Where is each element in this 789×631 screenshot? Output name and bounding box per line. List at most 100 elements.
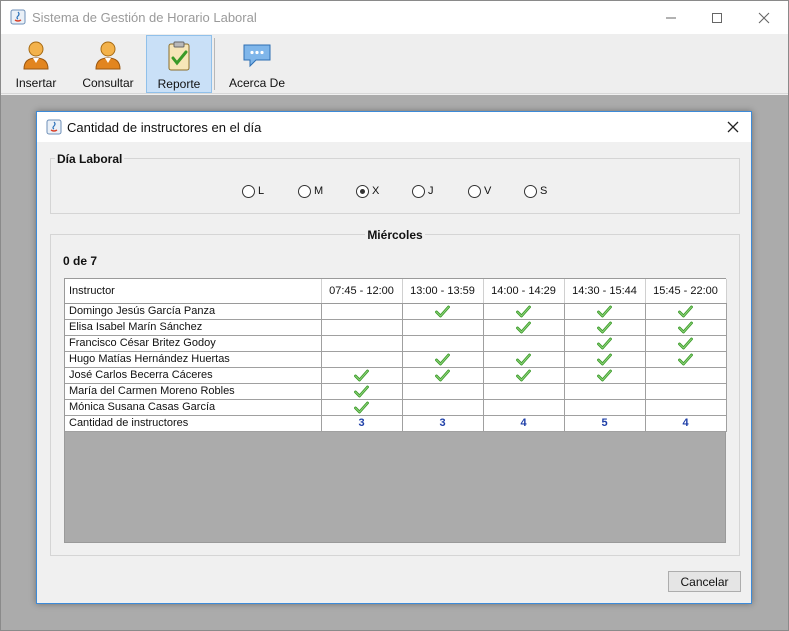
schedule-cell[interactable]	[483, 319, 565, 336]
table-header-row: Instructor 07:45 - 12:00 13:00 - 13:59 1…	[65, 279, 727, 304]
acerca-de-button[interactable]: Acerca De	[223, 35, 291, 93]
checkmark-icon	[516, 353, 531, 365]
close-button[interactable]	[741, 1, 787, 34]
schedule-cell[interactable]	[483, 351, 565, 368]
cancel-button[interactable]: Cancelar	[668, 571, 741, 592]
table-row[interactable]: María del Carmen Moreno Robles	[65, 383, 727, 400]
schedule-cell[interactable]	[402, 303, 484, 320]
instructor-name-cell[interactable]: Francisco César Britez Godoy	[65, 335, 322, 352]
table-row[interactable]: Hugo Matías Hernández Huertas	[65, 351, 727, 368]
instructor-name-cell[interactable]: María del Carmen Moreno Robles	[65, 383, 322, 400]
radio-m[interactable]: M	[298, 184, 323, 198]
schedule-cell[interactable]	[564, 303, 646, 320]
instructor-name-cell[interactable]: José Carlos Becerra Cáceres	[65, 367, 322, 384]
instructor-name-cell[interactable]: Domingo Jesús García Panza	[65, 303, 322, 320]
schedule-cell[interactable]	[483, 383, 565, 400]
schedule-cell[interactable]	[564, 351, 646, 368]
toolbar-separator	[214, 38, 215, 90]
schedule-cell[interactable]	[321, 383, 403, 400]
consultar-button[interactable]: Consultar	[77, 35, 139, 93]
column-header[interactable]: 15:45 - 22:00	[645, 279, 727, 304]
schedule-cell[interactable]	[645, 335, 727, 352]
minimize-button[interactable]	[648, 1, 694, 34]
table-row[interactable]: Elisa Isabel Marín Sánchez	[65, 319, 727, 336]
schedule-cell[interactable]	[402, 367, 484, 384]
schedule-cell[interactable]	[483, 335, 565, 352]
schedule-cell[interactable]	[483, 367, 565, 384]
radio-circle	[468, 184, 481, 198]
table-row[interactable]: Francisco César Britez Godoy	[65, 335, 727, 352]
total-count-cell[interactable]: 3	[321, 415, 403, 432]
schedule-cell[interactable]	[564, 335, 646, 352]
schedule-cell[interactable]	[321, 399, 403, 416]
schedule-cell[interactable]	[321, 319, 403, 336]
radio-v[interactable]: V	[468, 184, 491, 198]
column-header[interactable]: 07:45 - 12:00	[321, 279, 403, 304]
radio-label: S	[540, 185, 548, 197]
report-group: Miércoles 0 de 7 Instructor 07:45 - 12:0…	[50, 228, 740, 556]
instructor-name-cell[interactable]: Mónica Susana Casas García	[65, 399, 322, 416]
table-row[interactable]: José Carlos Becerra Cáceres	[65, 367, 727, 384]
totals-row[interactable]: Cantidad de instructores 3 3 4 5 4	[65, 415, 727, 432]
radio-j[interactable]: J	[412, 184, 434, 198]
column-header[interactable]: 13:00 - 13:59	[402, 279, 484, 304]
schedule-cell[interactable]	[645, 399, 727, 416]
schedule-cell[interactable]	[564, 319, 646, 336]
maximize-button[interactable]	[694, 1, 740, 34]
schedule-cell[interactable]	[402, 383, 484, 400]
radio-label: M	[314, 185, 324, 197]
acerca-de-label: Acerca De	[228, 76, 286, 90]
schedule-cell[interactable]	[564, 383, 646, 400]
table-row[interactable]: Domingo Jesús García Panza	[65, 303, 727, 320]
schedule-cell[interactable]	[645, 303, 727, 320]
column-header[interactable]: Instructor	[65, 279, 322, 304]
checkmark-icon	[516, 321, 531, 333]
maximize-icon	[712, 12, 722, 23]
radio-l[interactable]: L	[242, 184, 264, 198]
schedule-cell[interactable]	[483, 303, 565, 320]
checkmark-icon	[435, 353, 450, 365]
column-header[interactable]: 14:30 - 15:44	[564, 279, 646, 304]
total-count-cell[interactable]: 4	[483, 415, 565, 432]
schedule-cell[interactable]	[564, 399, 646, 416]
total-count-cell[interactable]: 3	[402, 415, 484, 432]
total-count-cell[interactable]: 4	[645, 415, 727, 432]
schedule-cell[interactable]	[402, 335, 484, 352]
radio-circle	[412, 184, 425, 198]
dialog-close-button[interactable]	[721, 115, 745, 139]
schedule-cell[interactable]	[321, 303, 403, 320]
checkmark-icon	[597, 321, 612, 333]
insertar-button[interactable]: Insertar	[5, 35, 67, 93]
schedule-cell[interactable]	[564, 367, 646, 384]
checkmark-icon	[597, 353, 612, 365]
schedule-cell[interactable]	[645, 351, 727, 368]
instructor-name-cell[interactable]: Hugo Matías Hernández Huertas	[65, 351, 322, 368]
checkmark-icon	[597, 369, 612, 381]
schedule-cell[interactable]	[321, 335, 403, 352]
radio-s[interactable]: S	[524, 184, 547, 198]
schedule-table: Instructor 07:45 - 12:00 13:00 - 13:59 1…	[65, 279, 727, 432]
radio-x[interactable]: X	[356, 184, 379, 198]
schedule-cell[interactable]	[645, 367, 727, 384]
minimize-icon	[666, 17, 676, 18]
reporte-button[interactable]: Reporte	[146, 35, 212, 93]
table-body: Domingo Jesús García Panza Elisa Isabel M…	[65, 303, 727, 432]
instructor-name-cell[interactable]: Elisa Isabel Marín Sánchez	[65, 319, 322, 336]
schedule-cell[interactable]	[483, 399, 565, 416]
schedule-cell[interactable]	[645, 319, 727, 336]
day-group-legend: Día Laboral	[55, 152, 125, 166]
total-label-cell[interactable]: Cantidad de instructores	[65, 415, 322, 432]
schedule-cell[interactable]	[402, 319, 484, 336]
column-header[interactable]: 14:00 - 14:29	[483, 279, 565, 304]
table-row[interactable]: Mónica Susana Casas García	[65, 399, 727, 416]
schedule-cell[interactable]	[321, 351, 403, 368]
schedule-table-scrollpane[interactable]: Instructor 07:45 - 12:00 13:00 - 13:59 1…	[64, 278, 727, 543]
radio-label: L	[258, 185, 265, 197]
schedule-cell[interactable]	[645, 383, 727, 400]
title-bar: Sistema de Gestión de Horario Laboral	[1, 1, 788, 34]
schedule-cell[interactable]	[321, 367, 403, 384]
checkmark-icon	[516, 305, 531, 317]
schedule-cell[interactable]	[402, 351, 484, 368]
total-count-cell[interactable]: 5	[564, 415, 646, 432]
schedule-cell[interactable]	[402, 399, 484, 416]
